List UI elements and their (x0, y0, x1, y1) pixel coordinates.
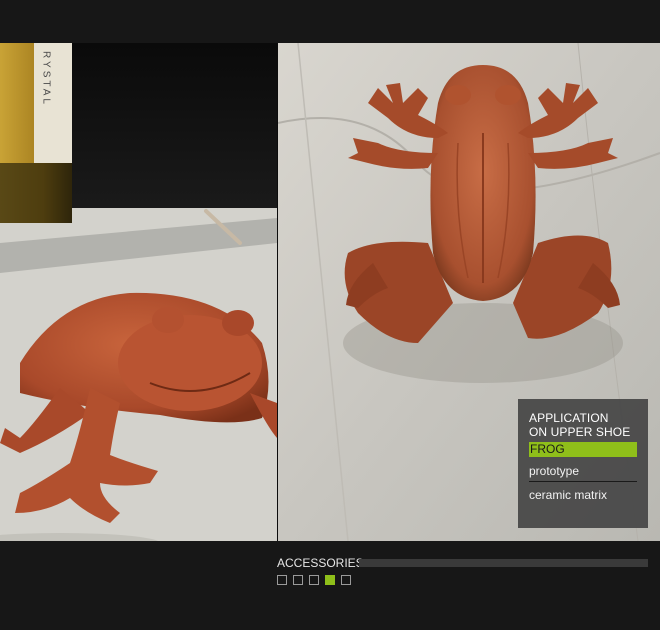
pager-dot-1[interactable] (277, 575, 287, 585)
caption-highlight[interactable]: FROG (529, 442, 637, 457)
frog-side-photo[interactable]: RYSTAL (0, 43, 277, 541)
top-bar (0, 0, 660, 43)
pager-dot-4[interactable] (325, 575, 335, 585)
frog-side-image: RYSTAL (0, 43, 277, 541)
pager-dot-2[interactable] (293, 575, 303, 585)
jar-label-text: RYSTAL (41, 51, 52, 107)
caption-item-ceramic-matrix[interactable]: ceramic matrix (529, 488, 607, 502)
photo-gallery: RYSTAL APPLICATION ON UPPER SHOE FROG pr… (0, 43, 660, 541)
section-title: ACCESSORIES (277, 556, 364, 570)
caption-divider (529, 481, 637, 482)
section-bar (359, 559, 648, 567)
caption-title: APPLICATION ON UPPER SHOE (529, 411, 631, 439)
pager-dot-5[interactable] (341, 575, 351, 585)
caption-item-prototype[interactable]: prototype (529, 464, 579, 478)
caption-panel: APPLICATION ON UPPER SHOE FROG prototype … (518, 399, 648, 528)
pager-dot-3[interactable] (309, 575, 319, 585)
